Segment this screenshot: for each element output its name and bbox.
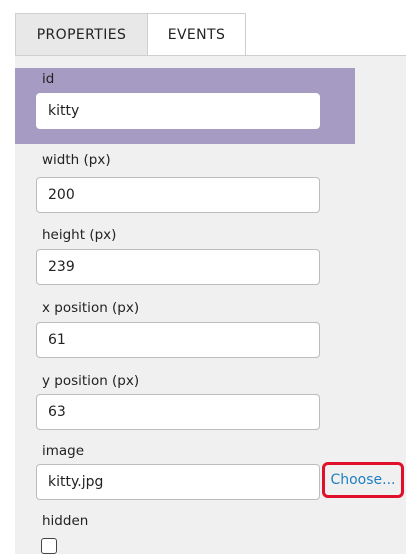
image-label: image xyxy=(42,443,85,459)
height-input[interactable]: 239 xyxy=(36,249,320,285)
x-position-input[interactable]: 61 xyxy=(36,322,320,358)
width-input[interactable]: 200 xyxy=(36,177,320,213)
image-input[interactable]: kitty.jpg xyxy=(36,464,320,500)
tab-bar: PROPERTIES EVENTS xyxy=(15,13,406,56)
hidden-label: hidden xyxy=(42,513,89,529)
height-label: height (px) xyxy=(42,227,117,243)
tab-events[interactable]: EVENTS xyxy=(148,13,246,56)
properties-panel: id kitty width (px) 200 height (px) 239 … xyxy=(15,56,406,554)
y-position-label: y position (px) xyxy=(42,373,140,389)
width-label: width (px) xyxy=(42,152,111,168)
x-position-label: x position (px) xyxy=(42,300,140,316)
id-input[interactable]: kitty xyxy=(36,93,320,129)
tab-properties[interactable]: PROPERTIES xyxy=(15,13,148,55)
choose-image-button[interactable]: Choose... xyxy=(330,472,395,488)
properties-panel-root: PROPERTIES EVENTS id kitty width (px) 20… xyxy=(0,0,406,554)
hidden-checkbox[interactable] xyxy=(41,538,57,554)
id-field-group: id kitty xyxy=(15,68,355,144)
y-position-input[interactable]: 63 xyxy=(36,394,320,430)
id-label: id xyxy=(42,71,55,87)
choose-button-highlight: Choose... xyxy=(322,462,404,498)
